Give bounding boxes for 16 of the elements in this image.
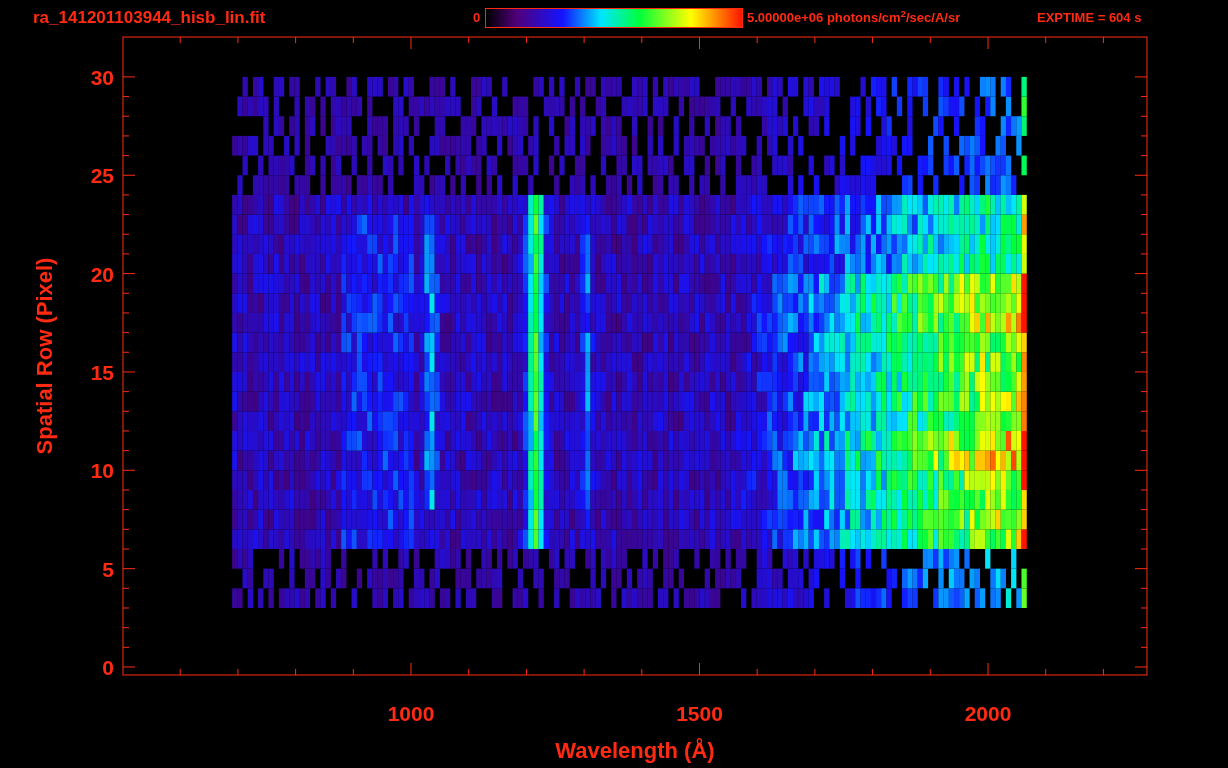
- x-tick-label: 1000: [387, 702, 435, 725]
- y-tick-label: 0: [102, 656, 114, 679]
- y-tick-label: 30: [90, 65, 114, 89]
- exposure-label: EXPTIME = 604 s: [1037, 9, 1142, 28]
- y-tick-label: 25: [90, 164, 114, 188]
- y-tick-label: 20: [90, 262, 114, 286]
- x-axis-label: Wavelength (Å): [555, 738, 715, 763]
- colorbar-max-label: 5.00000e+06 photons/cm$^{2}$/sec/A/sr: [747, 8, 962, 28]
- y-tick-label: 10: [90, 459, 114, 483]
- colorbar-min-label: 0: [473, 9, 482, 28]
- file-title: ra_141201103944_hisb_lin.fit: [33, 7, 267, 30]
- x-tick-label: 2000: [964, 702, 1012, 725]
- y-tick-label: 5: [102, 557, 114, 581]
- y-tick-label: 15: [90, 360, 114, 384]
- y-axis-label: Spatial Row (Pixel): [32, 257, 57, 455]
- x-tick-label: 1500: [676, 702, 723, 725]
